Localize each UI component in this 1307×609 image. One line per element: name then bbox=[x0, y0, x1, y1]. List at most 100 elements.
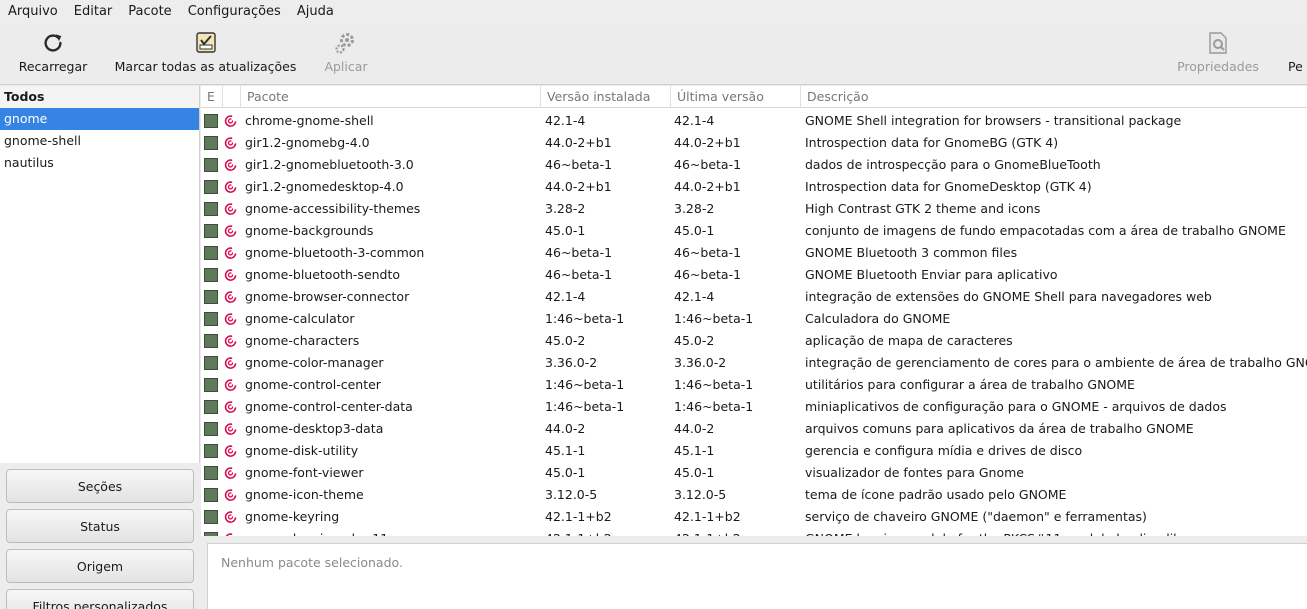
package-name: gir1.2-gnomebg-4.0 bbox=[245, 135, 370, 150]
package-description: integração de extensões do GNOME Shell p… bbox=[805, 289, 1212, 304]
package-description: Introspection data for GnomeBG (GTK 4) bbox=[805, 135, 1059, 150]
package-status-square[interactable] bbox=[204, 510, 218, 524]
package-description: serviço de chaveiro GNOME ("daemon" e fe… bbox=[805, 509, 1147, 524]
package-status-square[interactable] bbox=[204, 114, 218, 128]
installed-version: 1:46~beta-1 bbox=[545, 311, 625, 326]
latest-version: 3.36.0-2 bbox=[674, 355, 727, 370]
package-row[interactable]: gir1.2-gnomedesktop-4.0 44.0-2+b1 44.0-2+b… bbox=[201, 176, 1307, 198]
apply-button[interactable]: Aplicar bbox=[322, 23, 370, 85]
package-row[interactable]: gnome-backgrounds 45.0-1 45.0-1 conjunto de… bbox=[201, 220, 1307, 242]
package-status-square[interactable] bbox=[204, 378, 218, 392]
package-row[interactable]: gir1.2-gnomebg-4.0 44.0-2+b1 44.0-2+b1 Intr… bbox=[201, 132, 1307, 154]
origin-button[interactable]: Origem bbox=[6, 549, 194, 583]
column-status[interactable]: E bbox=[201, 86, 223, 108]
menu-package[interactable]: Pacote bbox=[120, 0, 179, 23]
menu-help[interactable]: Ajuda bbox=[289, 0, 342, 23]
package-status-square[interactable] bbox=[204, 180, 218, 194]
installed-version: 3.36.0-2 bbox=[545, 355, 598, 370]
package-description: dados de introspecção para o GnomeBlueTo… bbox=[805, 157, 1101, 172]
package-name: gnome-disk-utility bbox=[245, 443, 359, 458]
package-status-square[interactable] bbox=[204, 422, 218, 436]
package-row[interactable]: gnome-calculator 1:46~beta-1 1:46~beta-1 Ca… bbox=[201, 308, 1307, 330]
package-description: visualizador de fontes para Gnome bbox=[805, 465, 1024, 480]
package-row[interactable]: gnome-control-center 1:46~beta-1 1:46~beta… bbox=[201, 374, 1307, 396]
latest-version: 46~beta-1 bbox=[674, 245, 742, 260]
package-row[interactable]: gnome-icon-theme 3.12.0-5 3.12.0-5 tema de … bbox=[201, 484, 1307, 506]
package-status-square[interactable] bbox=[204, 268, 218, 282]
status-button[interactable]: Status bbox=[6, 509, 194, 543]
package-row[interactable]: gnome-keyring 42.1-1+b2 42.1-1+b2 serviço d… bbox=[201, 506, 1307, 528]
package-row[interactable]: gnome-browser-connector 42.1-4 42.1-4 integ… bbox=[201, 286, 1307, 308]
debian-icon bbox=[223, 465, 237, 481]
package-name: gnome-browser-connector bbox=[245, 289, 410, 304]
filter-item-gnome-shell[interactable]: gnome-shell bbox=[0, 130, 199, 152]
mark-all-upgrades-button[interactable]: Marcar todas as atualizações bbox=[115, 23, 296, 85]
debian-icon bbox=[223, 157, 237, 173]
package-row[interactable]: gnome-bluetooth-sendto 46~beta-1 46~beta-1… bbox=[201, 264, 1307, 286]
package-status-square[interactable] bbox=[204, 202, 218, 216]
apply-label: Aplicar bbox=[324, 59, 368, 74]
menu-file[interactable]: Arquivo bbox=[0, 0, 66, 23]
installed-version: 45.1-1 bbox=[545, 443, 586, 458]
package-status-square[interactable] bbox=[204, 290, 218, 304]
package-description: GNOME Shell integration for browsers - t… bbox=[805, 113, 1182, 128]
package-name: gnome-accessibility-themes bbox=[245, 201, 421, 216]
installed-version: 3.28-2 bbox=[545, 201, 586, 216]
package-status-square[interactable] bbox=[204, 246, 218, 260]
column-latest-version[interactable]: Última versão bbox=[671, 86, 801, 108]
menu-edit[interactable]: Editar bbox=[66, 0, 121, 23]
package-row[interactable]: gir1.2-gnomebluetooth-3.0 46~beta-1 46~bet… bbox=[201, 154, 1307, 176]
package-status-square[interactable] bbox=[204, 488, 218, 502]
package-status-square[interactable] bbox=[204, 224, 218, 238]
package-status-square[interactable] bbox=[204, 444, 218, 458]
debian-icon bbox=[223, 531, 237, 536]
package-status-square[interactable] bbox=[204, 158, 218, 172]
package-row[interactable]: gnome-control-center-data 1:46~beta-1 1:46… bbox=[201, 396, 1307, 418]
package-name: gnome-control-center-data bbox=[245, 399, 413, 414]
package-status-square[interactable] bbox=[204, 312, 218, 326]
package-row[interactable]: gnome-accessibility-themes 3.28-2 3.28-2 Hi… bbox=[201, 198, 1307, 220]
package-description: conjunto de imagens de fundo empacotadas… bbox=[805, 223, 1286, 238]
column-installed-version[interactable]: Versão instalada bbox=[541, 86, 671, 108]
package-name: gir1.2-gnomedesktop-4.0 bbox=[245, 179, 404, 194]
mark-upgrades-icon bbox=[194, 31, 218, 55]
package-name: gnome-backgrounds bbox=[245, 223, 374, 238]
package-description: gerencia e configura mídia e drives de d… bbox=[805, 443, 1083, 458]
installed-version: 45.0-1 bbox=[545, 465, 586, 480]
search-button[interactable]: Pe bbox=[1288, 23, 1307, 85]
filter-item-nautilus[interactable]: nautilus bbox=[0, 152, 199, 174]
package-status-square[interactable] bbox=[204, 334, 218, 348]
column-package[interactable]: Pacote bbox=[241, 86, 541, 108]
package-row[interactable]: gnome-keyring-pkcs11 42.1-1+b2 42.1-1+b2 GN… bbox=[201, 528, 1307, 536]
package-description: arquivos comuns para aplicativos da área… bbox=[805, 421, 1194, 436]
package-status-square[interactable] bbox=[204, 532, 218, 536]
package-row[interactable]: gnome-characters 45.0-2 45.0-2 aplicação de… bbox=[201, 330, 1307, 352]
debian-icon bbox=[223, 267, 237, 283]
package-name: gnome-desktop3-data bbox=[245, 421, 384, 436]
debian-icon bbox=[223, 509, 237, 525]
package-status-square[interactable] bbox=[204, 400, 218, 414]
sections-button[interactable]: Seções bbox=[6, 469, 194, 503]
package-row[interactable]: gnome-disk-utility 45.1-1 45.1-1 gerencia e… bbox=[201, 440, 1307, 462]
properties-button[interactable]: Propriedades bbox=[1176, 23, 1260, 85]
package-row[interactable]: gnome-font-viewer 45.0-1 45.0-1 visualizado… bbox=[201, 462, 1307, 484]
package-status-square[interactable] bbox=[204, 356, 218, 370]
package-name: gnome-icon-theme bbox=[245, 487, 364, 502]
package-status-square[interactable] bbox=[204, 466, 218, 480]
filter-item-gnome[interactable]: gnome bbox=[0, 108, 199, 130]
package-name: gnome-bluetooth-sendto bbox=[245, 267, 401, 282]
debian-icon bbox=[223, 355, 237, 371]
latest-version: 1:46~beta-1 bbox=[674, 377, 754, 392]
package-row[interactable]: gnome-color-manager 3.36.0-2 3.36.0-2 integ… bbox=[201, 352, 1307, 374]
reload-button[interactable]: Recarregar bbox=[19, 23, 87, 85]
menu-settings[interactable]: Configurações bbox=[180, 0, 289, 23]
custom-filters-button[interactable]: Filtros personalizados bbox=[6, 589, 194, 609]
column-support[interactable] bbox=[223, 86, 241, 108]
package-row[interactable]: gnome-desktop3-data 44.0-2 44.0-2 arquivos … bbox=[201, 418, 1307, 440]
installed-version: 46~beta-1 bbox=[545, 245, 613, 260]
package-row[interactable]: chrome-gnome-shell 42.1-4 42.1-4 GNOME Shel… bbox=[201, 110, 1307, 132]
package-row[interactable]: gnome-bluetooth-3-common 46~beta-1 46~beta… bbox=[201, 242, 1307, 264]
package-status-square[interactable] bbox=[204, 136, 218, 150]
column-description[interactable]: Descrição bbox=[801, 86, 1307, 108]
installed-version: 3.12.0-5 bbox=[545, 487, 598, 502]
